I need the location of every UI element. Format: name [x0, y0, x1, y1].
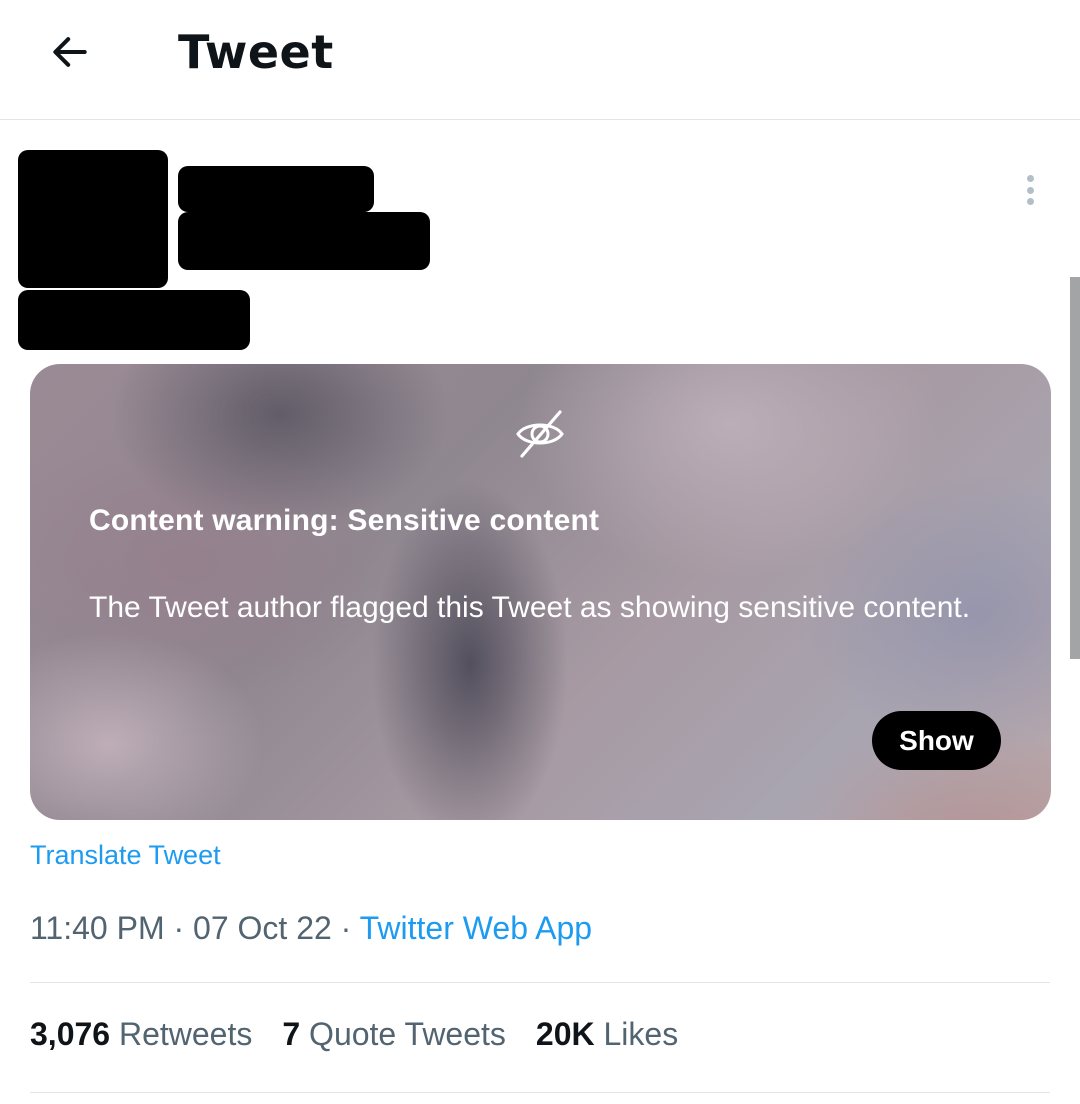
separator: ·: [173, 910, 185, 946]
sensitive-media-card: Content warning: Sensitive content The T…: [30, 364, 1051, 820]
tweet-metadata: 11:40 PM · 07 Oct 22 · Twitter Web App: [30, 910, 592, 947]
back-button[interactable]: [40, 22, 100, 82]
quote-tweets-count: 7: [282, 1016, 301, 1052]
quote-tweets-label: Quote Tweets: [309, 1016, 506, 1052]
show-media-button[interactable]: Show: [872, 711, 1001, 770]
likes-label: Likes: [603, 1016, 679, 1052]
quote-tweets-stat[interactable]: 7 Quote Tweets: [282, 1016, 506, 1053]
arrow-left-icon: [53, 37, 87, 67]
tweet-date[interactable]: 07 Oct 22: [193, 910, 332, 946]
translate-tweet-link[interactable]: Translate Tweet: [30, 840, 221, 871]
author-name-redacted[interactable]: [178, 166, 374, 212]
retweets-count: 3,076: [30, 1016, 111, 1052]
author-avatar-redacted[interactable]: [18, 150, 168, 288]
more-dot: [1026, 198, 1034, 205]
separator: ·: [340, 910, 352, 946]
page-title: Tweet: [178, 25, 334, 79]
author-handle-redacted[interactable]: [178, 212, 430, 270]
tweet-text-redacted: [18, 290, 250, 350]
likes-stat[interactable]: 20K Likes: [536, 1016, 678, 1053]
retweets-stat[interactable]: 3,076 Retweets: [30, 1016, 252, 1053]
divider: [30, 982, 1050, 983]
eye-off-icon: [516, 410, 564, 458]
likes-count: 20K: [535, 1016, 595, 1052]
tweet-source-link[interactable]: Twitter Web App: [360, 910, 592, 946]
content-warning-description: The Tweet author flagged this Tweet as s…: [89, 591, 971, 624]
more-options-button[interactable]: [1010, 168, 1050, 212]
tweet-time[interactable]: 11:40 PM: [30, 910, 165, 946]
top-bar: Tweet: [0, 0, 1080, 120]
tweet-stats: 3,076 Retweets 7 Quote Tweets 20K Likes: [30, 1016, 678, 1053]
more-dot: [1026, 186, 1034, 194]
divider: [30, 1092, 1050, 1093]
more-dot: [1026, 175, 1034, 182]
scrollbar-thumb[interactable]: [1070, 277, 1080, 659]
retweets-label: Retweets: [118, 1016, 253, 1052]
content-warning-title: Content warning: Sensitive content: [89, 504, 600, 537]
